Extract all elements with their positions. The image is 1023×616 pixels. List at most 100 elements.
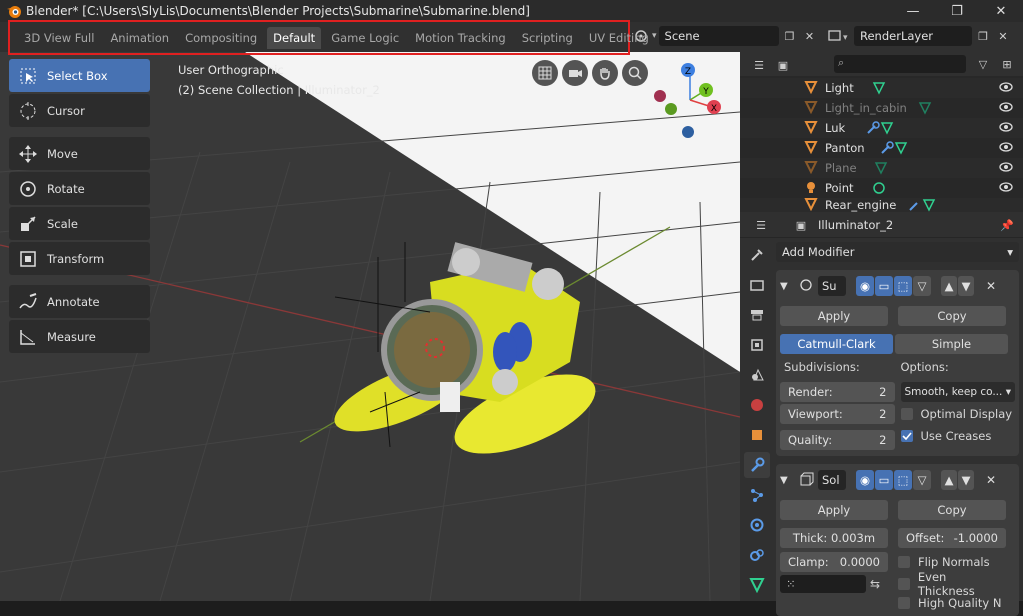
visibility-eye-icon[interactable] [999,181,1013,196]
pin-icon[interactable]: 📌 [998,216,1016,234]
close-button[interactable]: ✕ [979,0,1023,22]
apply-button[interactable]: Apply [780,306,888,326]
view-layer-field[interactable]: RenderLayer [854,26,972,46]
remove-modifier-icon[interactable]: ✕ [986,473,996,487]
editor-type-icon[interactable]: ☰ [752,216,770,234]
high-quality-normals-checkbox[interactable]: High Quality N [898,596,1006,610]
simple-toggle[interactable]: Simple [895,334,1008,354]
tab-3d-view-full[interactable]: 3D View Full [18,27,100,49]
list-item[interactable]: Light [740,78,1023,98]
viewport-levels-field[interactable]: Viewport: 2 [780,404,895,424]
collapse-icon[interactable]: ▼ [780,281,794,292]
tool-measure[interactable]: Measure [9,320,150,353]
quality-field[interactable]: Quality: 2 [780,430,895,450]
visibility-eye-icon[interactable] [999,161,1013,176]
tab-motion-tracking[interactable]: Motion Tracking [409,27,512,49]
object-tab-icon[interactable] [744,422,770,448]
modifier-tab-icon[interactable] [744,452,770,478]
uv-smooth-dropdown[interactable]: Smooth, keep co... ▾ [900,382,1015,402]
list-item[interactable]: Light_in_cabin [740,98,1023,118]
zoom-icon[interactable] [622,60,648,86]
tab-game-logic[interactable]: Game Logic [325,27,405,49]
remove-modifier-icon[interactable]: ✕ [986,279,996,293]
move-up-icon[interactable]: ▲ [941,276,957,296]
invert-arrows-icon[interactable]: ⇆ [870,577,880,591]
move-down-icon[interactable]: ▼ [958,276,974,296]
tool-tab-icon[interactable] [744,242,770,268]
world-tab-icon[interactable] [744,392,770,418]
visibility-eye-icon[interactable] [999,141,1013,156]
tool-rotate[interactable]: Rotate [9,172,150,205]
list-item[interactable]: Panton [740,138,1023,158]
scene-field[interactable]: Scene [658,26,779,46]
flip-normals-checkbox[interactable]: Flip Normals [898,552,1006,572]
visibility-eye-icon[interactable] [999,121,1013,136]
tool-annotate[interactable]: Annotate [9,285,150,318]
display-mode-icon[interactable]: ▣ [774,56,792,74]
vertex-group-field[interactable]: ⁙ [780,575,866,593]
editor-type-icon[interactable]: ☰ [750,56,768,74]
3d-viewport[interactable]: Z Y X User Orthographic (2) Scene Collec… [0,52,740,601]
even-thickness-checkbox[interactable]: Even Thickness [898,570,1006,598]
thickness-field[interactable]: Thick: 0.003m [780,528,888,548]
modifier-name-field[interactable]: Su [818,276,846,296]
collapse-icon[interactable]: ▼ [780,475,794,486]
minimize-button[interactable]: — [891,0,935,22]
new-collection-icon[interactable]: ⊞ [998,55,1016,73]
offset-field[interactable]: Offset: -1.0000 [898,528,1006,548]
output-tab-icon[interactable] [744,302,770,328]
modifier-name-field[interactable]: Sol [818,470,846,490]
edit-mode-icon[interactable]: ⬚ [894,276,912,296]
tab-animation[interactable]: Animation [104,27,175,49]
view-layer-tab-icon[interactable] [744,332,770,358]
list-item[interactable]: Rear_engine [740,198,1023,212]
copy-button[interactable]: Copy [898,500,1006,520]
pan-hand-icon[interactable] [592,60,618,86]
list-item[interactable]: Luk [740,118,1023,138]
tab-default[interactable]: Default [267,27,322,49]
tab-uv-editing[interactable]: UV Editing [583,27,655,49]
visibility-eye-icon[interactable] [999,81,1013,96]
view-layer-remove-icon[interactable]: ✕ [994,27,1012,45]
scene-remove-icon[interactable]: ✕ [801,27,819,45]
tool-cursor[interactable]: Cursor [9,94,150,127]
clamp-field[interactable]: Clamp: 0.0000 [780,552,888,572]
catmull-clark-toggle[interactable]: Catmull-Clark [780,334,893,354]
render-levels-field[interactable]: Render: 2 [780,382,895,402]
list-item[interactable]: Point [740,178,1023,198]
realtime-display-icon[interactable]: ▭ [875,470,893,490]
tool-scale[interactable]: Scale [9,207,150,240]
use-creases-checkbox[interactable]: Use Creases [900,426,1016,446]
constraints-tab-icon[interactable] [744,542,770,568]
edit-mode-icon[interactable]: ⬚ [894,470,912,490]
scene-tab-icon[interactable] [744,362,770,388]
outliner-search-input[interactable]: ⌕ [834,55,966,73]
optimal-display-checkbox[interactable]: Optimal Display [900,404,1016,424]
data-tab-icon[interactable] [744,572,770,598]
filter-icon[interactable]: ▽ [974,55,992,73]
grid-view-icon[interactable] [532,60,558,86]
tool-select-box[interactable]: Select Box [9,59,150,92]
view-layer-new-icon[interactable]: ❐ [974,27,992,45]
move-up-icon[interactable]: ▲ [941,470,957,490]
tool-transform[interactable]: Transform [9,242,150,275]
edit-cage-icon[interactable]: ◉ [856,470,874,490]
realtime-display-icon[interactable]: ▭ [875,276,893,296]
list-item[interactable]: Plane [740,158,1023,178]
tool-move[interactable]: Move [9,137,150,170]
copy-button[interactable]: Copy [898,306,1006,326]
on-cage-icon[interactable]: ▽ [913,470,931,490]
particles-tab-icon[interactable] [744,482,770,508]
tab-scripting[interactable]: Scripting [516,27,579,49]
tab-compositing[interactable]: Compositing [179,27,263,49]
visibility-eye-icon[interactable] [999,101,1013,116]
maximize-button[interactable]: ❐ [935,0,979,22]
render-tab-icon[interactable] [744,272,770,298]
edit-cage-icon[interactable]: ◉ [856,276,874,296]
add-modifier-dropdown[interactable]: Add Modifier ▾ [776,242,1019,262]
apply-button[interactable]: Apply [780,500,888,520]
physics-tab-icon[interactable] [744,512,770,538]
move-down-icon[interactable]: ▼ [958,470,974,490]
scene-new-icon[interactable]: ❐ [781,27,799,45]
on-cage-icon[interactable]: ▽ [913,276,931,296]
